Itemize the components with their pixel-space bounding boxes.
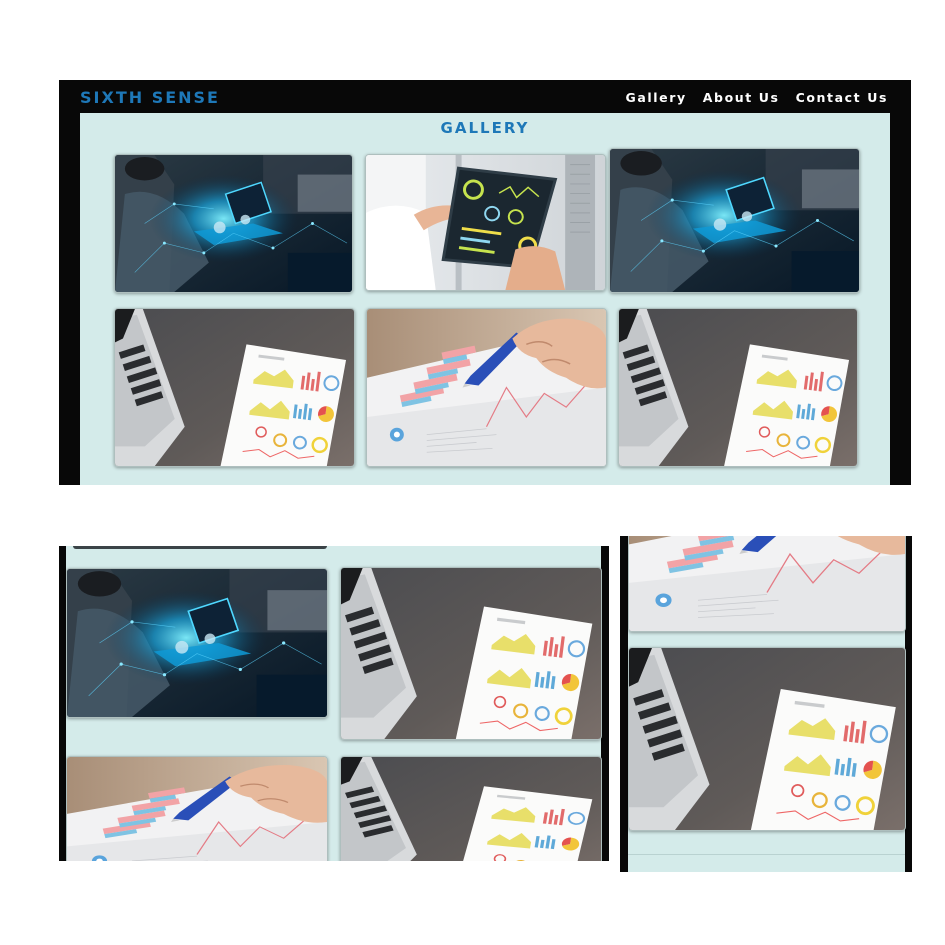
gallery-image-2[interactable] — [365, 154, 606, 291]
navbar: SIXTH SENSE Gallery About Us Contact Us — [59, 80, 911, 113]
desktop-view: SIXTH SENSE Gallery About Us Contact Us … — [59, 80, 911, 485]
nav-link-gallery[interactable]: Gallery — [626, 90, 687, 105]
mobile-view-2 — [620, 536, 912, 872]
mobile-image-5[interactable] — [628, 536, 906, 632]
nav-links: Gallery About Us Contact Us — [626, 90, 889, 105]
brand-logo[interactable]: SIXTH SENSE — [80, 88, 220, 107]
nav-link-contact-us[interactable]: Contact Us — [796, 90, 888, 105]
divider — [628, 854, 905, 855]
mobile-image-4[interactable] — [340, 756, 602, 861]
nav-link-about-us[interactable]: About Us — [703, 90, 780, 105]
mobile-view-1 — [59, 546, 609, 861]
image-edge — [73, 546, 327, 549]
mobile-image-2[interactable] — [340, 567, 602, 740]
gallery-image-3[interactable] — [609, 148, 860, 293]
side-bar-right — [601, 546, 609, 861]
gallery-image-4[interactable] — [114, 308, 355, 467]
gallery-section: GALLERY — [80, 113, 890, 485]
side-bar-left — [59, 546, 66, 861]
side-bar-left — [620, 536, 628, 872]
gallery-image-5[interactable] — [366, 308, 607, 467]
mobile-image-1[interactable] — [66, 568, 328, 718]
gallery-title: GALLERY — [440, 119, 530, 137]
gallery-image-1[interactable] — [114, 154, 353, 293]
mobile-image-3[interactable] — [66, 756, 328, 861]
side-bar-right — [905, 536, 912, 872]
mobile-image-6[interactable] — [628, 647, 906, 831]
gallery-image-6[interactable] — [618, 308, 858, 467]
